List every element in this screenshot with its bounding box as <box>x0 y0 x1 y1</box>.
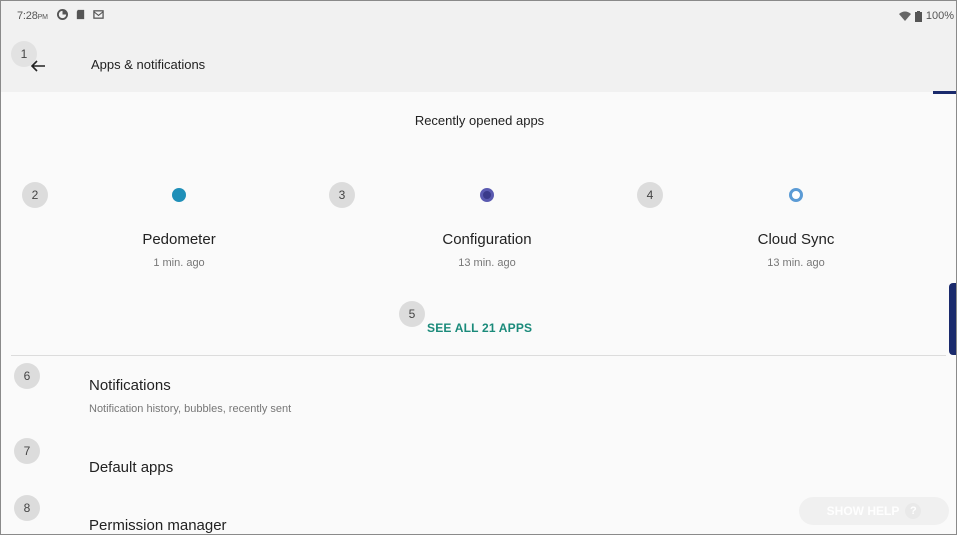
recent-app-cloud-sync[interactable]: Cloud Sync 13 min. ago <box>696 181 896 281</box>
page-title: Apps & notifications <box>91 57 206 72</box>
badge-1: 1 <box>11 41 37 67</box>
sd-card-icon <box>76 9 85 20</box>
app-name: Cloud Sync <box>757 231 835 248</box>
status-time-value: 7:28 <box>17 10 38 22</box>
scroll-indicator <box>933 91 956 94</box>
status-right: 100% <box>898 10 954 22</box>
app-name: Configuration <box>442 231 532 248</box>
list-item-notifications[interactable]: Notifications Notification history, bubb… <box>1 363 956 427</box>
screen: 7:28PM 100% Apps & notifications 1 Recen… <box>0 0 957 535</box>
badge-4: 4 <box>637 182 663 208</box>
status-bar: 7:28PM 100% <box>1 1 956 37</box>
badge-5: 5 <box>399 301 425 327</box>
badge-2: 2 <box>22 182 48 208</box>
list-item-title: Default apps <box>89 459 174 476</box>
list-item-default-apps[interactable]: Default apps <box>1 441 956 491</box>
configuration-icon <box>480 188 494 202</box>
pedometer-icon <box>172 188 186 202</box>
battery-percent: 100% <box>925 10 954 22</box>
show-help-label: SHOW HELP <box>826 504 900 518</box>
help-icon: ? <box>905 503 922 519</box>
recent-apps-title: Recently opened apps <box>414 113 545 128</box>
app-last-opened: 13 min. ago <box>458 257 516 269</box>
see-all-apps-button[interactable]: SEE ALL 21 APPS <box>427 321 532 335</box>
app-last-opened: 13 min. ago <box>767 257 825 269</box>
mail-icon <box>93 10 104 19</box>
side-panel-handle[interactable] <box>949 283 956 355</box>
app-name: Pedometer <box>142 231 216 248</box>
status-time-ampm: PM <box>37 14 48 21</box>
recent-app-configuration[interactable]: Configuration 13 min. ago <box>387 181 587 281</box>
sync-icon <box>57 9 68 20</box>
list-item-title: Notifications <box>89 377 171 394</box>
battery-icon <box>914 10 922 22</box>
show-help-button[interactable]: SHOW HELP ? <box>799 497 949 525</box>
recent-app-pedometer[interactable]: Pedometer 1 min. ago <box>79 181 279 281</box>
app-last-opened: 1 min. ago <box>153 257 205 269</box>
wifi-icon <box>898 11 911 21</box>
cloud-sync-icon <box>789 188 803 202</box>
status-notification-icons <box>57 9 104 20</box>
list-item-title: Permission manager <box>89 517 227 534</box>
divider <box>11 355 946 356</box>
status-time: 7:28PM <box>17 10 48 22</box>
app-bar: Apps & notifications <box>1 37 956 92</box>
badge-3: 3 <box>329 182 355 208</box>
list-item-subtitle: Notification history, bubbles, recently … <box>89 403 292 415</box>
